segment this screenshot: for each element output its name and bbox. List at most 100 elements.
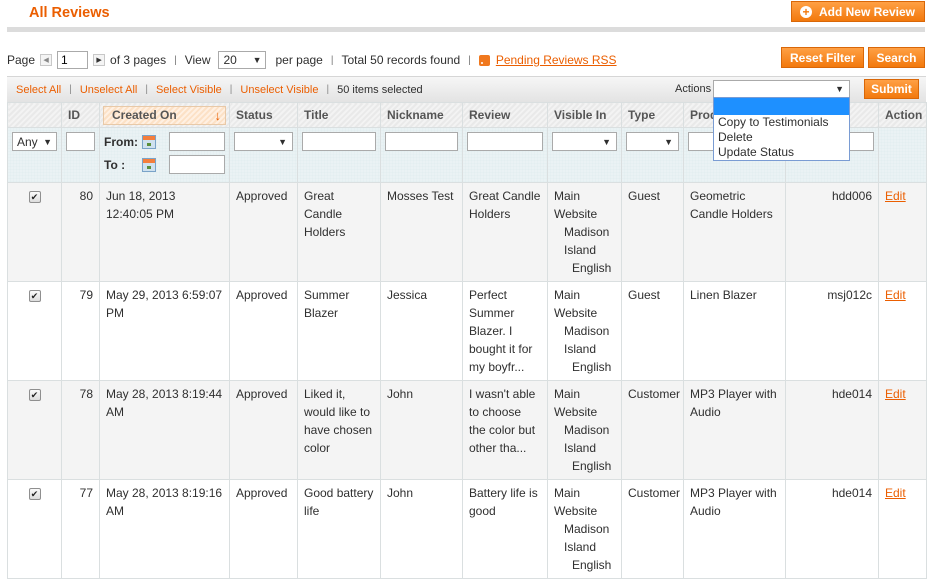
row-checkbox[interactable]: ✔: [28, 191, 41, 203]
visible-website: Main Website: [554, 288, 598, 320]
any-value: Any: [17, 134, 38, 149]
cell-action: Edit: [878, 182, 927, 282]
unselect-visible-link[interactable]: Unselect Visible: [240, 84, 318, 96]
visible-in-filter-select[interactable]: ▼: [552, 132, 617, 151]
col-header-type[interactable]: Type: [621, 102, 684, 128]
visible-website: Main Website: [554, 486, 598, 518]
cell-review: I wasn't able to choose the color but ot…: [462, 380, 548, 480]
col-header-id[interactable]: ID: [61, 102, 100, 128]
submit-button[interactable]: Submit: [864, 79, 919, 99]
col-header-visible-in[interactable]: Visible In: [547, 102, 622, 128]
col-header-status[interactable]: Status: [229, 102, 298, 128]
add-new-review-label: Add New Review: [818, 4, 915, 19]
pending-reviews-rss-link[interactable]: Pending Reviews RSS: [496, 53, 617, 67]
cell-product: Geometric Candle Holders: [683, 182, 786, 282]
col-header-nickname[interactable]: Nickname: [380, 102, 463, 128]
actions-label: Actions: [675, 83, 712, 95]
cell-id: 78: [61, 380, 100, 480]
pager: Page ◀ ▶ of 3 pages | View 20 ▼ per page…: [7, 50, 617, 70]
visible-website: Main Website: [554, 387, 598, 419]
actions-select[interactable]: ▼: [713, 80, 850, 98]
chevron-down-icon: ▼: [835, 84, 844, 94]
cell-created-on: May 28, 2013 8:19:16 AM: [99, 479, 230, 579]
col-header-title[interactable]: Title: [297, 102, 381, 128]
to-label: To :: [104, 157, 126, 172]
title-filter-input[interactable]: [302, 132, 376, 151]
date-from-input[interactable]: [169, 132, 225, 151]
separator: |: [326, 84, 330, 95]
cell-type: Customer: [621, 380, 684, 480]
row-checkbox[interactable]: ✔: [28, 488, 41, 500]
cell-status: Approved: [229, 380, 298, 480]
cell-review: Perfect Summer Blazer. I bought it for m…: [462, 281, 548, 381]
id-filter-input[interactable]: [66, 132, 95, 151]
next-page-arrow-icon[interactable]: ▶: [93, 54, 106, 66]
prev-page-arrow-icon[interactable]: ◀: [40, 54, 53, 66]
cell-nickname: John: [380, 380, 463, 480]
plus-circle-icon: +: [799, 5, 812, 18]
cell-status: Approved: [229, 281, 298, 381]
cell-action: Edit: [878, 281, 927, 381]
cell-type: Guest: [621, 281, 684, 381]
actions-option-copy-to-testimonials[interactable]: Copy to Testimonials: [714, 115, 849, 130]
cell-nickname: Mosses Test: [380, 182, 463, 282]
edit-link[interactable]: Edit: [885, 486, 906, 500]
cell-status: Approved: [229, 182, 298, 282]
page-title: All Reviews: [29, 5, 110, 21]
select-all-link[interactable]: Select All: [16, 84, 61, 96]
page-number-input[interactable]: [57, 51, 89, 69]
search-button[interactable]: Search: [868, 47, 925, 68]
cell-sku: msj012c: [785, 281, 879, 381]
cell-id: 79: [61, 281, 100, 381]
visible-store-view: English: [572, 261, 612, 275]
per-page-value: 20: [223, 53, 237, 67]
separator: |: [229, 84, 233, 95]
col-header-created-on[interactable]: Created On ↓: [99, 102, 230, 128]
page-label: Page: [7, 53, 36, 67]
actions-dropdown-menu: Copy to Testimonials Delete Update Statu…: [713, 97, 850, 161]
select-visible-link[interactable]: Select Visible: [156, 84, 222, 96]
type-filter-select[interactable]: ▼: [626, 132, 679, 151]
date-to-input[interactable]: [169, 155, 225, 174]
separator: |: [145, 84, 148, 95]
row-checkbox[interactable]: ✔: [28, 290, 41, 302]
cell-title: Good battery life: [297, 479, 381, 579]
select-filter[interactable]: Any ▼: [12, 132, 57, 151]
cell-title: Summer Blazer: [297, 281, 381, 381]
edit-link[interactable]: Edit: [885, 387, 906, 401]
add-new-review-button[interactable]: + Add New Review: [790, 1, 925, 22]
actions-option-update-status[interactable]: Update Status: [714, 145, 849, 160]
status-filter-select[interactable]: ▼: [234, 132, 293, 151]
nickname-filter-input[interactable]: [385, 132, 458, 151]
cell-created-on: May 28, 2013 8:19:44 AM: [99, 380, 230, 480]
visible-store: Madison Island: [564, 522, 610, 554]
review-filter-input[interactable]: [467, 132, 543, 151]
cell-visible-in: Main Website Madison Island English: [547, 380, 622, 480]
chevron-down-icon: ▼: [278, 136, 287, 147]
cell-sku: hde014: [785, 380, 879, 480]
calendar-icon[interactable]: [142, 157, 156, 172]
actions-option-delete[interactable]: Delete: [714, 130, 849, 145]
row-checkbox[interactable]: ✔: [28, 389, 41, 401]
edit-link[interactable]: Edit: [885, 189, 906, 203]
actions-option-blank[interactable]: [714, 98, 849, 115]
per-page-select[interactable]: 20 ▼: [218, 51, 267, 69]
col-header-review[interactable]: Review: [462, 102, 548, 128]
cell-type: Guest: [621, 182, 684, 282]
separator: |: [330, 54, 334, 66]
reset-filter-button[interactable]: Reset Filter: [781, 47, 865, 68]
cell-action: Edit: [878, 479, 927, 579]
visible-store-view: English: [572, 459, 612, 473]
cell-type: Customer: [621, 479, 684, 579]
unselect-all-link[interactable]: Unselect All: [80, 84, 137, 96]
header-divider: [7, 27, 925, 32]
edit-link[interactable]: Edit: [885, 288, 906, 302]
visible-store: Madison Island: [564, 225, 610, 257]
table-row: ✔ 80 Jun 18, 2013 12:40:05 PM Approved Great…: [7, 182, 927, 282]
visible-store: Madison Island: [564, 423, 610, 455]
sort-desc-arrow-icon: ↓: [214, 107, 222, 123]
calendar-icon[interactable]: [142, 134, 156, 149]
view-label: View: [184, 53, 211, 67]
cell-visible-in: Main Website Madison Island English: [547, 281, 622, 381]
table-row: ✔ 77 May 28, 2013 8:19:16 AM Approved Good b…: [7, 479, 927, 579]
